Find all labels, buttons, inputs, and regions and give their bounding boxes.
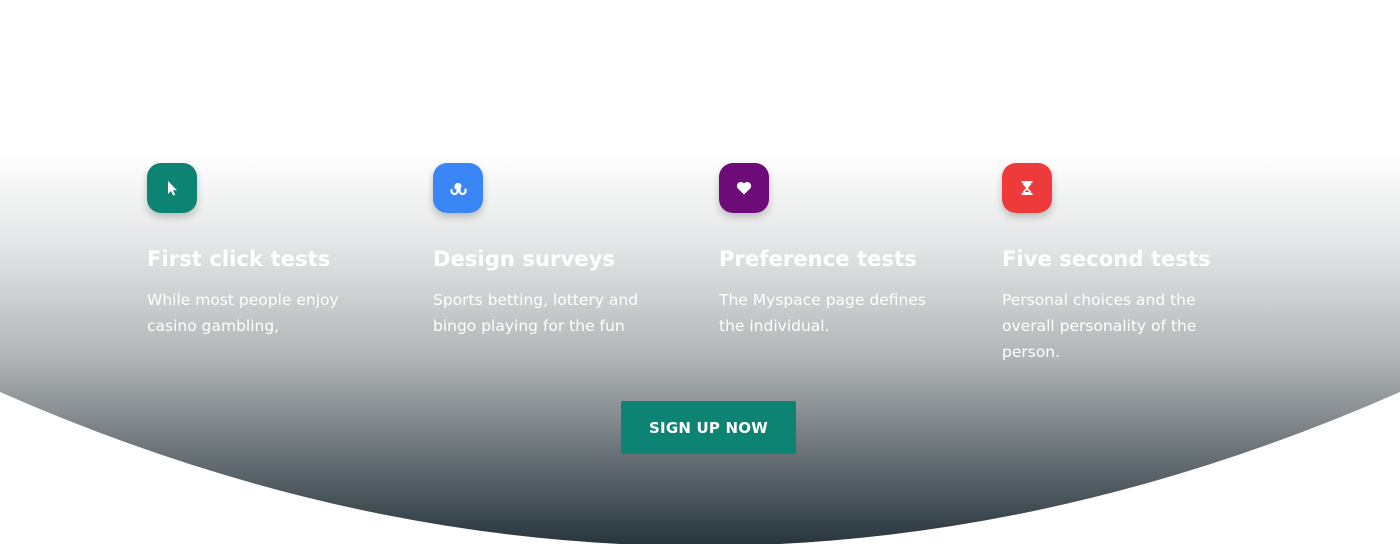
- feature-five-second-tests: Five second tests Personal choices and t…: [1002, 163, 1242, 365]
- feature-description: Personal choices and the overall persona…: [1002, 291, 1197, 361]
- stumbleupon-icon: [450, 182, 467, 196]
- feature-description: The Myspace page defines the individual.: [719, 291, 926, 335]
- feature-description: Sports betting, lottery and bingo playin…: [433, 291, 639, 335]
- cursor-icon: [168, 181, 177, 196]
- sign-up-button[interactable]: SIGN UP NOW: [621, 401, 796, 454]
- feature-first-click-tests: First click tests While most people enjo…: [147, 163, 387, 339]
- hourglass-icon: [1021, 181, 1033, 195]
- feature-preference-tests: Preference tests The Myspace page define…: [719, 163, 959, 339]
- feature-title: Design surveys: [433, 247, 615, 271]
- feature-design-surveys: Design surveys Sports betting, lottery a…: [433, 163, 673, 339]
- heart-icon: [736, 181, 752, 195]
- feature-title: Five second tests: [1002, 247, 1211, 271]
- feature-icon-tile: [1002, 163, 1052, 213]
- feature-icon-tile: [147, 163, 197, 213]
- feature-title: First click tests: [147, 247, 331, 271]
- feature-icon-tile: [433, 163, 483, 213]
- feature-icon-tile: [719, 163, 769, 213]
- feature-title: Preference tests: [719, 247, 917, 271]
- feature-description: While most people enjoy casino gambling,: [147, 291, 339, 335]
- features-section: First click tests While most people enjo…: [0, 0, 1400, 544]
